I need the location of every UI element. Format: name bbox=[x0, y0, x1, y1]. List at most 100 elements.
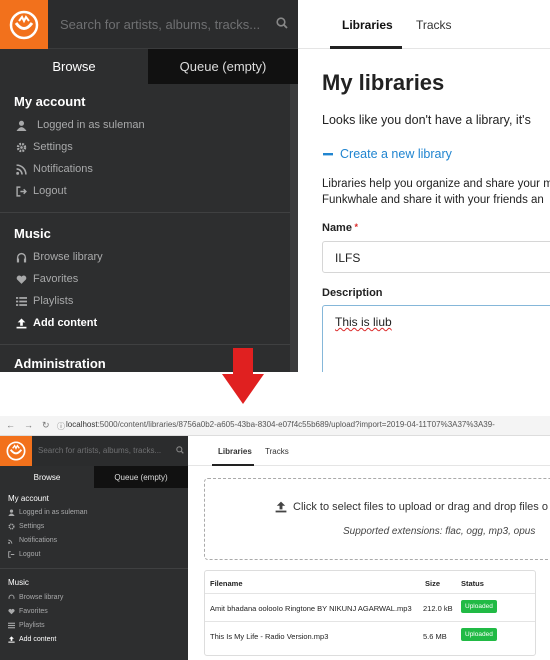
filename-cell: This Is My Life - Radio Version.mp3 bbox=[210, 632, 329, 641]
tab-tracks[interactable]: Tracks bbox=[416, 18, 452, 32]
bottom-screenshot: ← → ↻ ⓘ localhost:5000/content/libraries… bbox=[0, 416, 550, 660]
section-music: Music bbox=[8, 578, 29, 587]
tab-tracks[interactable]: Tracks bbox=[265, 447, 289, 456]
sidebar-item-add-content[interactable]: Add content bbox=[8, 636, 56, 643]
status-badge: Uploaded bbox=[461, 600, 497, 613]
sidebar: Search for artists, albums, tracks... Br… bbox=[0, 0, 298, 372]
upload-icon bbox=[275, 501, 287, 513]
headphones-icon bbox=[16, 252, 27, 262]
main-content: Libraries Tracks Click to select files t… bbox=[188, 436, 550, 660]
heart-icon bbox=[16, 275, 27, 284]
sidebar-item-settings[interactable]: Settings bbox=[8, 523, 44, 530]
sidebar-item-browse-library[interactable]: Browse library bbox=[16, 251, 103, 263]
required-asterisk: * bbox=[351, 222, 358, 232]
sidebar-menu: My account Logged in as suleman Settings… bbox=[0, 488, 188, 660]
dropzone-label: Click to select files to upload or drag … bbox=[293, 501, 548, 513]
sidebar-item-notifications[interactable]: Notifications bbox=[16, 163, 93, 175]
section-administration: Administration bbox=[14, 356, 106, 371]
upload-dropzone[interactable]: Click to select files to upload or drag … bbox=[204, 478, 550, 560]
rss-icon bbox=[8, 539, 13, 544]
help-text-line-2: Funkwhale and share it with your friends… bbox=[322, 194, 544, 206]
logo[interactable] bbox=[0, 436, 32, 466]
column-status: Status bbox=[461, 579, 484, 588]
logo[interactable] bbox=[0, 0, 48, 49]
create-library-link[interactable]: Create a new library bbox=[322, 147, 452, 161]
headphones-icon bbox=[8, 594, 15, 599]
funkwhale-logo-icon bbox=[9, 10, 39, 39]
tab-browse[interactable]: Browse bbox=[0, 466, 94, 488]
main-tabs: Libraries Tracks bbox=[298, 0, 550, 49]
sidebar-item-add-content[interactable]: Add content bbox=[16, 317, 97, 329]
size-cell: 212.0 kB bbox=[423, 604, 453, 613]
user-icon bbox=[8, 509, 15, 516]
gear-icon bbox=[16, 142, 27, 152]
rss-icon bbox=[16, 163, 27, 175]
filename-cell: Amit bhadana oolooIo Ringtone BY NIKUNJ … bbox=[210, 604, 412, 613]
tab-libraries[interactable]: Libraries bbox=[218, 447, 252, 456]
main-content: Libraries Tracks My libraries Looks like… bbox=[298, 0, 550, 372]
down-arrow-icon bbox=[222, 348, 264, 404]
user-icon bbox=[16, 120, 27, 131]
sidebar-item-logged-in[interactable]: Logged in as suleman bbox=[16, 119, 145, 131]
search-bar[interactable]: Search for artists, albums, tracks... bbox=[48, 0, 298, 49]
sidebar-item-logout[interactable]: Logout bbox=[16, 185, 67, 197]
name-field[interactable]: ILFS bbox=[322, 241, 550, 273]
supported-extensions: Supported extensions: flac, ogg, mp3, op… bbox=[343, 526, 536, 537]
tab-queue[interactable]: Queue (empty) bbox=[148, 49, 298, 84]
sidebar-item-settings[interactable]: Settings bbox=[16, 141, 73, 153]
forward-icon[interactable]: → bbox=[24, 420, 33, 430]
funkwhale-logo-icon bbox=[6, 441, 26, 461]
sidebar-item-playlists[interactable]: Playlists bbox=[8, 622, 45, 629]
section-my-account: My account bbox=[14, 94, 86, 109]
tab-libraries[interactable]: Libraries bbox=[342, 18, 393, 32]
back-icon[interactable]: ← bbox=[6, 420, 15, 430]
search-icon[interactable] bbox=[276, 17, 288, 29]
sidebar-item-logout[interactable]: Logout bbox=[8, 551, 40, 558]
help-text-line-1: Libraries help you organize and share yo… bbox=[322, 178, 550, 190]
description-label: Description bbox=[322, 287, 383, 299]
main-tabs: Libraries Tracks bbox=[188, 436, 550, 466]
info-icon[interactable]: ⓘ bbox=[57, 421, 65, 432]
gear-icon bbox=[8, 523, 15, 530]
list-icon bbox=[8, 622, 15, 629]
status-badge: Uploaded bbox=[461, 628, 497, 641]
table-row: This Is My Life - Radio Version.mp3 5.6 … bbox=[205, 621, 535, 649]
search-input[interactable]: Search for artists, albums, tracks... bbox=[38, 446, 161, 455]
upload-table: Filename Size Status Amit bhadana oolooI… bbox=[204, 570, 536, 656]
section-music: Music bbox=[14, 226, 51, 241]
search-bar[interactable]: Search for artists, albums, tracks... bbox=[32, 436, 188, 466]
top-screenshot: Search for artists, albums, tracks... Br… bbox=[0, 0, 550, 372]
logout-icon bbox=[8, 551, 15, 558]
search-icon[interactable] bbox=[176, 446, 184, 454]
column-size: Size bbox=[425, 579, 441, 588]
sidebar: Search for artists, albums, tracks... Br… bbox=[0, 436, 188, 660]
logout-icon bbox=[16, 185, 27, 197]
minus-icon bbox=[323, 153, 333, 156]
description-field[interactable]: This is liub bbox=[322, 305, 550, 372]
heart-icon bbox=[8, 608, 15, 615]
reload-icon[interactable]: ↻ bbox=[42, 420, 50, 431]
name-label: Name * bbox=[322, 222, 358, 234]
divider bbox=[0, 212, 290, 213]
address-bar[interactable]: localhost:5000/content/libraries/8756a0b… bbox=[66, 420, 495, 429]
sidebar-item-favorites[interactable]: Favorites bbox=[8, 608, 48, 615]
sidebar-item-logged-in[interactable]: Logged in as suleman bbox=[8, 509, 88, 516]
active-tab-indicator bbox=[212, 464, 254, 466]
tab-queue[interactable]: Queue (empty) bbox=[94, 466, 188, 488]
section-my-account: My account bbox=[8, 494, 49, 503]
sidebar-item-notifications[interactable]: Notifications bbox=[8, 537, 57, 544]
sidebar-menu: My account Logged in as suleman Settings… bbox=[0, 84, 290, 372]
sidebar-item-browse-library[interactable]: Browse library bbox=[8, 594, 63, 601]
divider bbox=[0, 344, 290, 345]
list-icon bbox=[16, 296, 27, 306]
sidebar-scrollbar[interactable] bbox=[290, 84, 298, 372]
search-input[interactable]: Search for artists, albums, tracks... bbox=[60, 17, 260, 32]
browser-toolbar: ← → ↻ ⓘ localhost:5000/content/libraries… bbox=[0, 416, 550, 436]
table-row: Amit bhadana oolooIo Ringtone BY NIKUNJ … bbox=[205, 593, 535, 621]
sidebar-item-playlists[interactable]: Playlists bbox=[16, 295, 73, 307]
column-filename: Filename bbox=[210, 579, 243, 588]
divider bbox=[0, 568, 188, 569]
tab-browse[interactable]: Browse bbox=[0, 49, 148, 84]
active-tab-indicator bbox=[330, 46, 402, 49]
sidebar-item-favorites[interactable]: Favorites bbox=[16, 273, 78, 285]
